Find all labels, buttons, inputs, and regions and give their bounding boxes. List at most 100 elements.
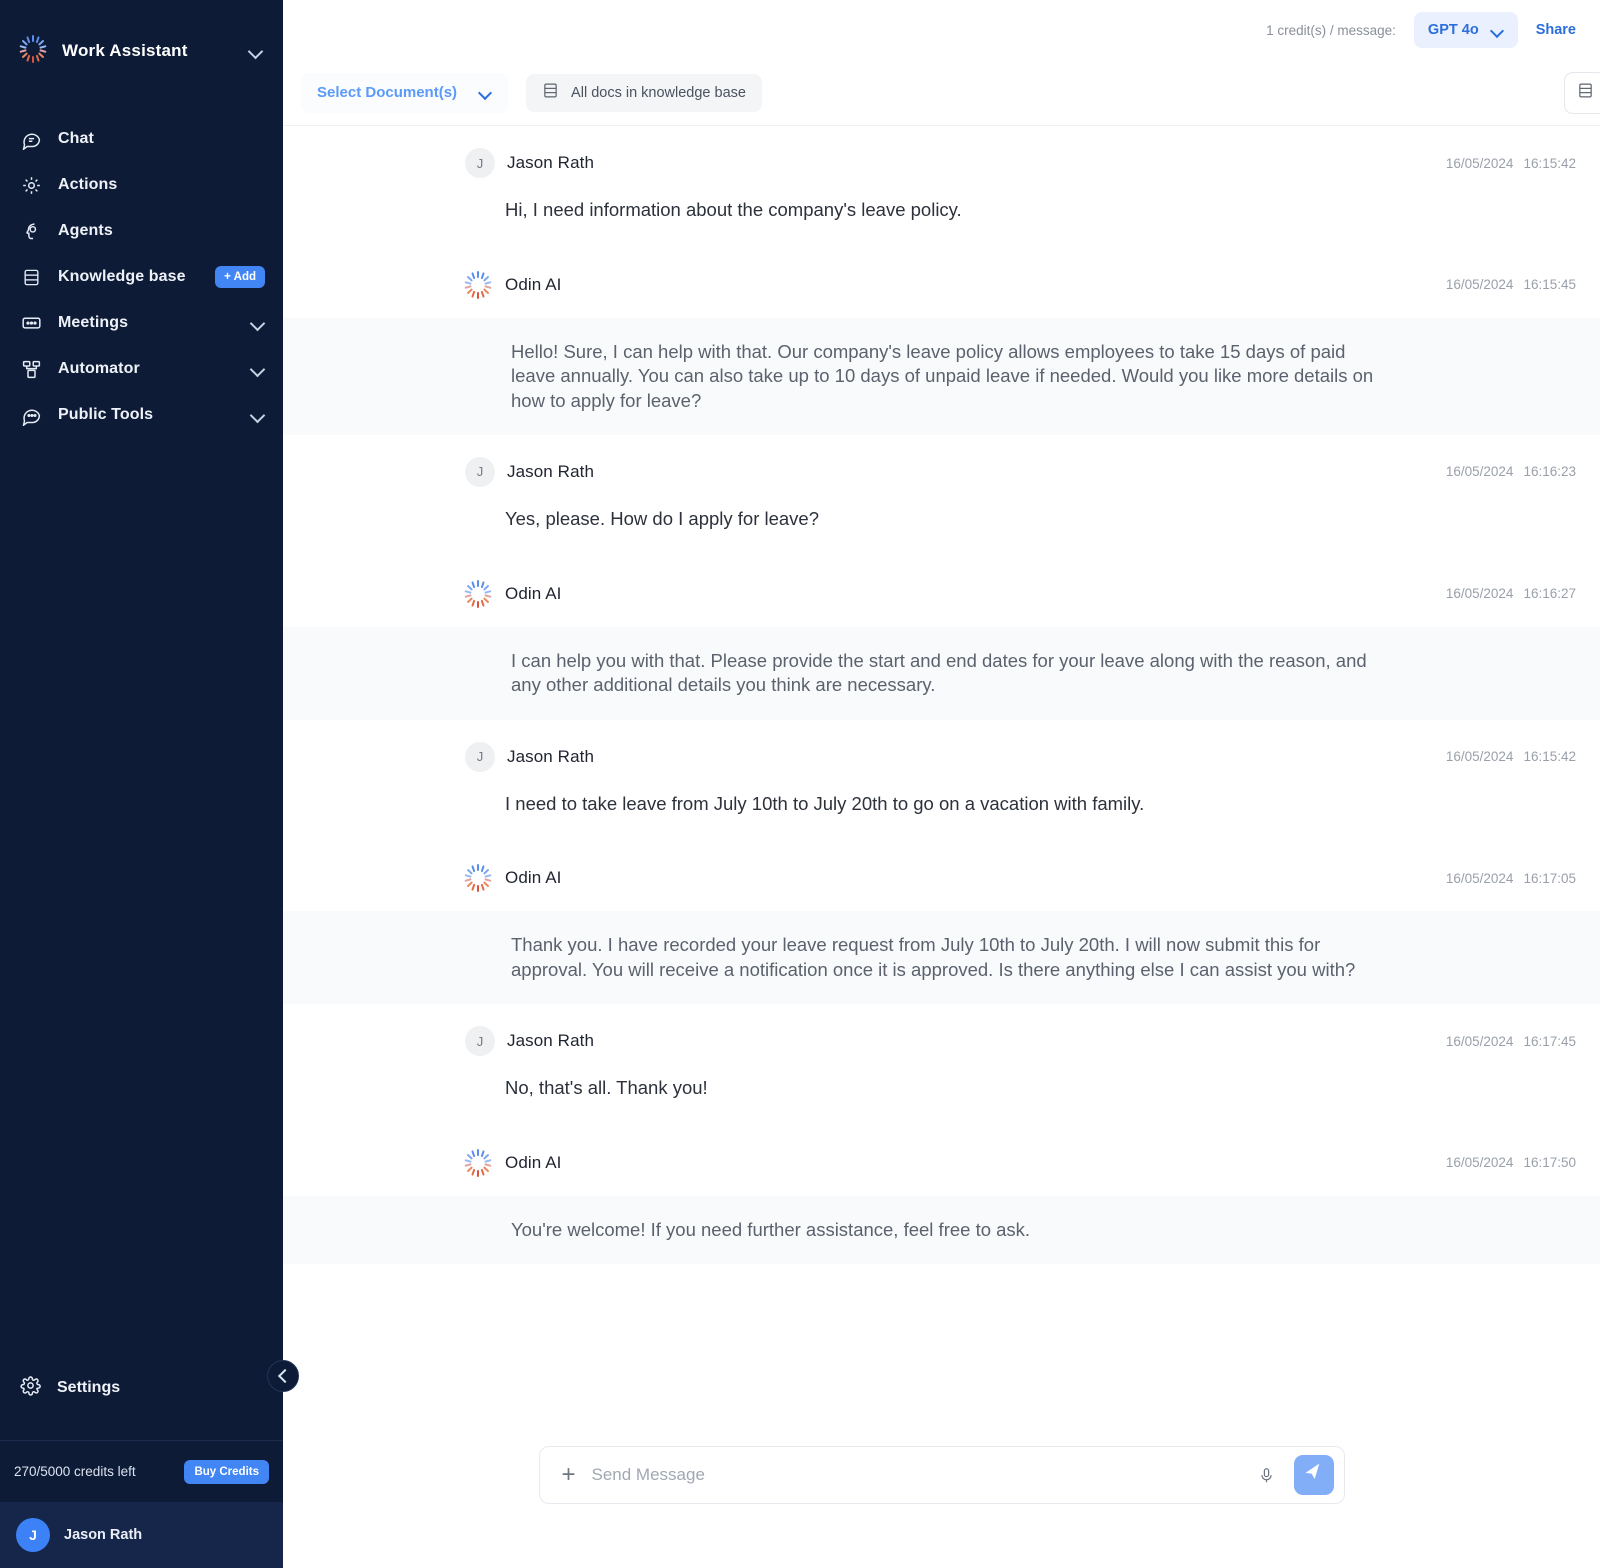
odin-burst-logo-icon [463, 1148, 493, 1178]
sidebar-chevron-down-icon[interactable] [251, 362, 265, 376]
sidebar-item-meetings[interactable]: Meetings [0, 300, 283, 346]
sidebar-item-public-tools[interactable]: Public Tools [0, 392, 283, 438]
sidebar-item-actions[interactable]: Actions [0, 162, 283, 208]
message-text: I can help you with that. Please provide… [283, 626, 1600, 720]
message-composer[interactable]: + [538, 1446, 1345, 1504]
avatar: J [465, 456, 495, 487]
message-sender-group: Odin AI [463, 1148, 1446, 1178]
avatar: J [465, 148, 495, 178]
odin-burst-logo-icon [463, 579, 493, 609]
avatar: J [16, 1518, 50, 1552]
sidebar-item-settings[interactable]: Settings [0, 1364, 283, 1412]
message-sender-name: Odin AI [505, 868, 562, 888]
sidebar-item-automator[interactable]: Automator [0, 346, 283, 392]
timestamp-time: 16:15:42 [1523, 155, 1576, 171]
message-sender-name: Jason Rath [507, 461, 594, 481]
message-text: You're welcome! If you need further assi… [283, 1195, 1600, 1265]
select-documents-dropdown[interactable]: Select Document(s) [301, 72, 509, 113]
timestamp-date: 16/05/2024 [1445, 870, 1514, 886]
composer-area: + [283, 1418, 1600, 1568]
model-selector[interactable]: GPT 4o [1413, 12, 1518, 48]
message-sender-name: Jason Rath [507, 1031, 594, 1051]
message-sender-group: J Jason Rath [465, 148, 1446, 178]
buy-credits-button[interactable]: Buy Credits [184, 1459, 269, 1484]
message-timestamp: 16/05/2024 16:16:23 [1446, 464, 1576, 479]
timestamp-time: 16:17:50 [1523, 1155, 1576, 1171]
timestamp-date: 16/05/2024 [1445, 155, 1514, 171]
send-paper-plane-icon [1304, 1463, 1323, 1487]
message-header: J Jason Rath 16/05/2024 16:16:23 [283, 456, 1600, 487]
avatar: J [465, 1026, 495, 1057]
plus-icon[interactable]: + [558, 1463, 580, 1487]
brand-title: Work Assistant [62, 41, 188, 60]
knowledge-panel-toggle-button[interactable] [1564, 72, 1600, 114]
avatar: J [465, 741, 495, 772]
app-root: Work Assistant Chat Actions Agents Knowl… [0, 0, 1600, 1568]
knowledge-base-add-button[interactable]: + Add [215, 266, 265, 288]
message-text: I need to take leave from July 10th to J… [505, 792, 1145, 814]
all-docs-label: All docs in knowledge base [571, 84, 746, 101]
message-timestamp: 16/05/2024 16:15:45 [1446, 277, 1576, 292]
microphone-icon[interactable] [1252, 1465, 1282, 1486]
message-timestamp: 16/05/2024 16:15:42 [1446, 156, 1576, 171]
message-input[interactable] [591, 1465, 1240, 1485]
send-button[interactable] [1293, 1455, 1334, 1495]
message-timestamp: 16/05/2024 16:15:42 [1446, 749, 1576, 764]
timestamp-time: 16:16:27 [1523, 586, 1576, 602]
timestamp-time: 16:17:45 [1523, 1033, 1576, 1049]
sidebar-nav: Chat Actions Agents Knowledge base + Add… [0, 116, 283, 438]
database-panel-icon [1577, 82, 1594, 104]
message-text: Hi, I need information about the company… [505, 199, 962, 220]
message-sender-name: Odin AI [505, 274, 562, 294]
sidebar-user-row[interactable]: J Jason Rath [0, 1502, 283, 1568]
share-button[interactable]: Share [1536, 22, 1576, 38]
sidebar-collapse-button[interactable] [267, 1360, 299, 1392]
workflow-nodes-icon [20, 358, 42, 380]
sidebar-item-chat[interactable]: Chat [0, 116, 283, 162]
sidebar-item-label: Actions [58, 176, 118, 193]
ai-message-block: Odin AI 16/05/2024 16:15:45 Hello! Sure, I … [283, 252, 1600, 435]
ai-message-block: Odin AI 16/05/2024 16:17:05 Thank you. I ha… [283, 845, 1600, 1005]
timestamp-date: 16/05/2024 [1445, 1033, 1514, 1049]
message-header: Odin AI 16/05/2024 16:17:50 [283, 1130, 1600, 1196]
message-timestamp: 16/05/2024 16:17:50 [1446, 1155, 1576, 1170]
message-sender-name: Odin AI [505, 583, 562, 603]
odin-burst-logo-icon [463, 270, 493, 300]
ai-message-block: Odin AI 16/05/2024 16:17:50 You're welcome!… [283, 1130, 1600, 1265]
brand-chevron-down-icon[interactable] [249, 44, 263, 58]
message-timestamp: 16/05/2024 16:17:45 [1446, 1034, 1576, 1049]
sidebar-item-agents[interactable]: Agents [0, 208, 283, 254]
timestamp-time: 16:17:05 [1523, 870, 1576, 886]
sidebar-item-label: Chat [58, 130, 94, 147]
message-header: J Jason Rath 16/05/2024 16:15:42 [283, 148, 1600, 178]
brand-header[interactable]: Work Assistant [0, 0, 283, 78]
timestamp-time: 16:15:42 [1523, 749, 1576, 765]
message-sender-group: J Jason Rath [465, 456, 1446, 487]
message-sender-group: Odin AI [463, 863, 1446, 893]
message-header: Odin AI 16/05/2024 16:17:05 [283, 845, 1600, 911]
message-text: Yes, please. How do I apply for leave? [505, 507, 820, 529]
timestamp-date: 16/05/2024 [1445, 464, 1514, 480]
credits-row: 270/5000 credits left Buy Credits [0, 1440, 283, 1502]
chat-thread[interactable]: J Jason Rath 16/05/2024 16:15:42 Hi, I need … [283, 126, 1600, 1418]
timestamp-time: 16:16:23 [1523, 464, 1576, 480]
agent-head-icon [20, 220, 42, 242]
settings-label: Settings [57, 1379, 121, 1396]
odin-burst-logo-icon [18, 34, 48, 69]
all-docs-chip[interactable]: All docs in knowledge base [526, 73, 762, 112]
message-sender-group: Odin AI [463, 579, 1446, 609]
message-sender-name: Odin AI [505, 1152, 562, 1172]
sidebar-item-label: Knowledge base [58, 268, 186, 285]
message-header: Odin AI 16/05/2024 16:16:27 [283, 561, 1600, 627]
main-panel: 1 credit(s) / message: GPT 4o Share Sele… [283, 0, 1600, 1568]
message-header: J Jason Rath 16/05/2024 16:17:45 [283, 1026, 1600, 1057]
sidebar: Work Assistant Chat Actions Agents Knowl… [0, 0, 299, 1568]
database-icon [20, 266, 42, 288]
sidebar-chevron-down-icon[interactable] [251, 408, 265, 422]
message-sender-group: J Jason Rath [465, 1026, 1446, 1057]
timestamp-date: 16/05/2024 [1445, 277, 1514, 293]
sidebar-item-knowledge-base[interactable]: Knowledge base + Add [0, 254, 283, 300]
sidebar-chevron-down-icon[interactable] [251, 316, 265, 330]
message-sender-name: Jason Rath [507, 153, 594, 172]
